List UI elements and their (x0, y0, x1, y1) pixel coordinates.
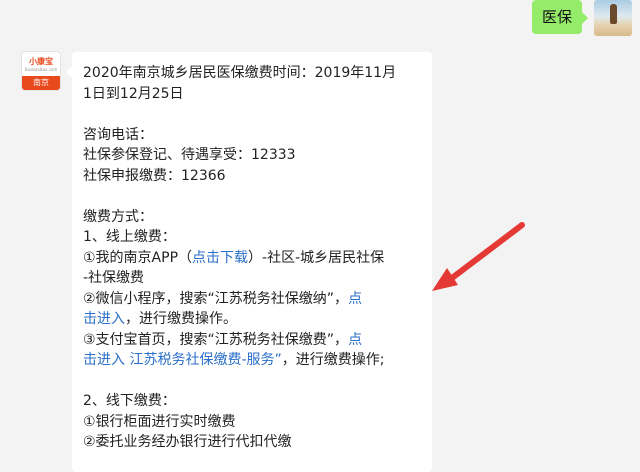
method-text: ）-社区-城乡居民社保 (248, 249, 385, 266)
alipay-enter-link[interactable]: 点 (348, 332, 362, 348)
phone-line: 社保参保登记、待遇享受：12333 (83, 147, 296, 163)
method-text: ，进行缴费操作。 (125, 311, 237, 327)
official-account-avatar[interactable]: 小康宝 BaobaoBao.com 南京 (22, 52, 60, 90)
avatar-brand-subtext: BaobaoBao.com (24, 66, 58, 72)
download-link[interactable]: 点击下载 (192, 250, 248, 266)
avatar-brand-text: 小康宝 (29, 56, 53, 66)
method-line: ③支付宝首页，搜索“江苏税务社保缴费”，点 (83, 330, 432, 351)
phone-line: 社保申报缴费：12366 (83, 167, 226, 184)
wechat-enter-link[interactable]: 点 (348, 291, 362, 307)
outgoing-message-text: 医保 (541, 8, 572, 26)
user-avatar[interactable] (594, 0, 632, 36)
offline-line: ①银行柜面进行实时缴费 (83, 413, 236, 430)
message-title-line: 2020年南京城乡居民医保缴费时间：2019年11月 (83, 65, 397, 81)
offline-line: ②委托业务经办银行进行代扣代缴 (83, 434, 292, 450)
outgoing-message-row: 医保 (531, 0, 632, 36)
arrow-shaft (449, 222, 525, 281)
method-line: -社保缴费 (83, 270, 145, 286)
avatar-figure (610, 4, 617, 24)
alipay-enter-link[interactable]: 击进入 (83, 352, 125, 368)
arrow-head (432, 268, 458, 291)
message-title-line: 1日到12月25日 (83, 85, 184, 102)
method-line: ①我的南京APP（点击下载）-社区-城乡居民社保 (83, 248, 432, 269)
online-header: 1、线上缴费： (83, 229, 176, 245)
outgoing-message-bubble[interactable]: 医保 (531, 0, 589, 34)
avatar-logo: 小康宝 BaobaoBao.com (22, 52, 60, 76)
method-text: ②微信小程序，搜索“江苏税务社保缴纳”， (83, 290, 349, 307)
method-line: 击进入 江苏税务社保缴费-服务”，进行缴费操作; (83, 350, 432, 371)
method-text: ①我的南京APP（ (83, 249, 193, 266)
methods-header: 缴费方式： (83, 208, 153, 225)
offline-header: 2、线下缴费： (83, 393, 176, 409)
avatar-city-text: 南京 (22, 76, 60, 90)
incoming-message-bubble: 2020年南京城乡居民医保缴费时间：2019年11月 1日到12月25日 咨询电… (66, 52, 432, 472)
method-line: ②微信小程序，搜索“江苏税务社保缴纳”，点 (83, 289, 432, 310)
wechat-enter-link[interactable]: 击进入 (83, 311, 125, 327)
method-text: ③支付宝首页，搜索“江苏税务社保缴费”， (83, 331, 349, 348)
alipay-service-link[interactable]: 江苏税务社保缴费-服务” (125, 352, 281, 368)
method-line: 击进入，进行缴费操作。 (83, 309, 432, 330)
consult-header: 咨询电话： (83, 126, 153, 143)
method-text: ，进行缴费操作; (281, 352, 385, 368)
